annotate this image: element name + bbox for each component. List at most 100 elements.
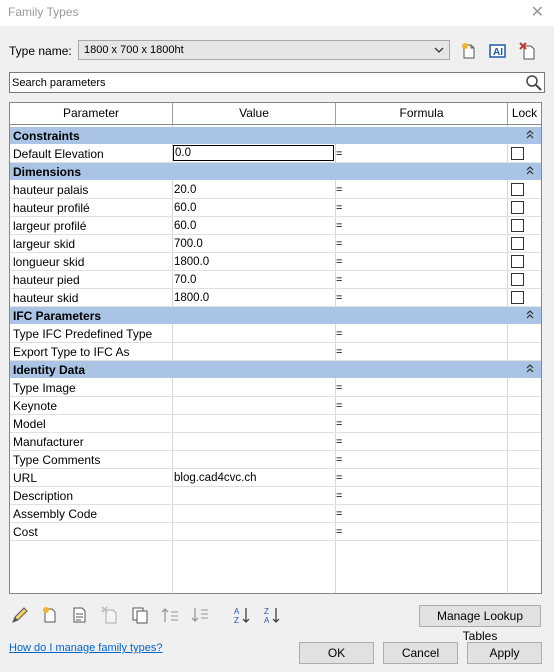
formula-cell[interactable]: = <box>336 272 496 288</box>
parameter-list-icon[interactable] <box>70 605 90 625</box>
formula-cell[interactable]: = <box>336 200 496 216</box>
value-cell[interactable] <box>174 380 332 396</box>
formula-cell[interactable]: = <box>336 218 496 234</box>
value-cell[interactable]: 60.0 <box>174 200 332 216</box>
value-cell[interactable]: 70.0 <box>174 272 332 288</box>
value-edit-field[interactable]: 0.0 <box>173 145 334 161</box>
sort-descending-icon[interactable]: ZA <box>262 605 282 625</box>
lock-checkbox[interactable] <box>511 291 524 304</box>
parameter-name: Assembly Code <box>13 507 98 521</box>
value-cell[interactable] <box>174 398 332 414</box>
header-value[interactable]: Value <box>173 103 336 124</box>
help-link[interactable]: How do I manage family types? <box>9 642 162 654</box>
move-up-icon[interactable] <box>160 605 180 625</box>
section-title: Identity Data <box>13 363 86 377</box>
parameter-name: Manufacturer <box>13 435 84 449</box>
copy-parameter-icon[interactable] <box>130 605 150 625</box>
collapse-icon[interactable] <box>525 127 535 143</box>
rename-type-icon[interactable]: AI <box>488 41 508 61</box>
table-row: Assembly Code = <box>10 505 541 523</box>
table-row: Model = <box>10 415 541 433</box>
delete-parameter-icon[interactable] <box>100 605 120 625</box>
table-row: Cost = <box>10 523 541 541</box>
table-row: Description = <box>10 487 541 505</box>
value-cell[interactable] <box>174 344 332 360</box>
search-icon[interactable] <box>524 73 543 92</box>
section-header[interactable]: IFC Parameters <box>10 307 541 324</box>
value-cell[interactable]: 60.0 <box>174 218 332 234</box>
formula-cell[interactable]: = <box>336 488 496 504</box>
formula-cell[interactable]: = <box>336 398 496 414</box>
table-row: hauteur profilé 60.0 = <box>10 199 541 217</box>
formula-cell[interactable]: = <box>336 290 496 306</box>
section-title: Dimensions <box>13 165 82 179</box>
value-cell[interactable]: 1800.0 <box>174 290 332 306</box>
value-cell[interactable] <box>174 326 332 342</box>
type-name-label: Type name: <box>9 44 72 58</box>
formula-cell[interactable]: = <box>336 182 496 198</box>
value-text: 0.0 <box>175 147 191 159</box>
apply-button[interactable]: Apply <box>467 642 542 664</box>
lock-checkbox[interactable] <box>511 147 524 160</box>
cancel-button[interactable]: Cancel <box>383 642 458 664</box>
formula-cell[interactable]: = <box>336 146 496 162</box>
lock-checkbox[interactable] <box>511 255 524 268</box>
formula-cell[interactable]: = <box>336 380 496 396</box>
delete-type-icon[interactable] <box>518 41 538 61</box>
svg-text:Z: Z <box>264 607 269 616</box>
value-cell[interactable]: 20.0 <box>174 182 332 198</box>
lock-checkbox[interactable] <box>511 273 524 286</box>
section-title: Constraints <box>13 129 80 143</box>
table-row: URL blog.cad4cvc.ch = <box>10 469 541 487</box>
type-name-dropdown[interactable]: 1800 x 700 x 1800ht <box>78 40 450 60</box>
lock-checkbox[interactable] <box>511 237 524 250</box>
sort-ascending-icon[interactable]: AZ <box>232 605 252 625</box>
table-row: largeur skid 700.0 = <box>10 235 541 253</box>
formula-cell[interactable]: = <box>336 416 496 432</box>
collapse-icon[interactable] <box>525 163 535 179</box>
header-parameter[interactable]: Parameter <box>10 103 173 124</box>
search-input[interactable] <box>12 75 517 90</box>
value-cell[interactable] <box>174 506 332 522</box>
header-lock[interactable]: Lock <box>508 103 541 124</box>
value-cell[interactable] <box>174 488 332 504</box>
formula-cell[interactable]: = <box>336 236 496 252</box>
formula-cell[interactable]: = <box>336 524 496 540</box>
formula-cell[interactable]: = <box>336 254 496 270</box>
formula-cell[interactable]: = <box>336 506 496 522</box>
parameter-name: Type Comments <box>13 453 101 467</box>
formula-cell[interactable]: = <box>336 470 496 486</box>
value-cell[interactable] <box>174 434 332 450</box>
value-cell[interactable] <box>174 452 332 468</box>
section-header[interactable]: Identity Data <box>10 361 541 378</box>
value-cell[interactable] <box>174 416 332 432</box>
ok-button[interactable]: OK <box>299 642 374 664</box>
svg-text:AI: AI <box>493 47 503 58</box>
header-formula[interactable]: Formula <box>336 103 508 124</box>
formula-cell[interactable]: = <box>336 452 496 468</box>
lock-checkbox[interactable] <box>511 183 524 196</box>
section-header[interactable]: Constraints <box>10 127 541 144</box>
parameter-name: Description <box>13 489 74 503</box>
value-cell[interactable]: blog.cad4cvc.ch <box>174 470 332 486</box>
formula-cell[interactable]: = <box>336 434 496 450</box>
lock-checkbox[interactable] <box>511 201 524 214</box>
collapse-icon[interactable] <box>525 361 535 377</box>
svg-text:A: A <box>234 607 240 616</box>
edit-parameter-icon[interactable] <box>10 605 30 625</box>
value-cell[interactable]: 1800.0 <box>174 254 332 270</box>
parameter-name: hauteur palais <box>13 183 89 197</box>
value-cell[interactable]: 700.0 <box>174 236 332 252</box>
formula-cell[interactable]: = <box>336 326 496 342</box>
move-down-icon[interactable] <box>190 605 210 625</box>
lock-checkbox[interactable] <box>511 219 524 232</box>
value-cell[interactable] <box>174 524 332 540</box>
collapse-icon[interactable] <box>525 307 535 323</box>
formula-cell[interactable]: = <box>336 344 496 360</box>
new-parameter-icon[interactable] <box>40 605 60 625</box>
close-icon[interactable]: ✕ <box>531 2 544 22</box>
parameter-name: hauteur pied <box>13 273 80 287</box>
new-type-icon[interactable] <box>459 41 479 61</box>
manage-lookup-tables-button[interactable]: Manage Lookup Tables <box>419 605 541 643</box>
section-header[interactable]: Dimensions <box>10 163 541 180</box>
